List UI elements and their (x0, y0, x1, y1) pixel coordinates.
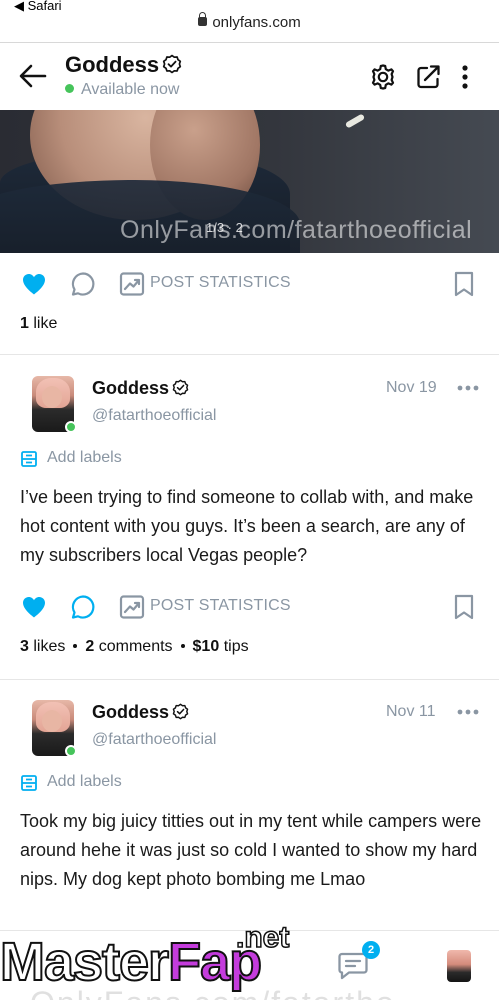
post-engagement-stats: 3 likes 2 comments $10 tips (20, 638, 249, 656)
statistics-icon[interactable] (118, 270, 146, 298)
post-text: Took my big juicy titties out in my tent… (20, 811, 482, 889)
post-handle[interactable]: @fatarthoeofficial (92, 407, 216, 425)
media-counter: 1/3 · 2 (206, 220, 243, 235)
url-text: onlyfans.com (212, 14, 301, 31)
verified-icon (172, 703, 189, 720)
media-light (344, 113, 366, 129)
logo-net-text: .net (235, 920, 290, 955)
more-vertical-icon[interactable] (459, 63, 471, 91)
tips-amount: $10 (192, 638, 220, 655)
post-date[interactable]: Nov 19 (386, 379, 437, 397)
separator-dot (180, 644, 185, 648)
logo-master-text: Master (0, 932, 170, 992)
likes-word: like (33, 315, 58, 332)
post-media-image[interactable]: OnlyFans.com/fatarthoeofficial 1/3 · 2 (0, 110, 499, 253)
online-dot-icon (65, 421, 77, 433)
bookmark-icon[interactable] (452, 593, 476, 621)
share-icon[interactable] (415, 63, 443, 91)
add-labels-text: Add labels (47, 773, 122, 790)
comments-number: 2 (85, 638, 95, 655)
likes-number: 1 (20, 315, 29, 332)
post-author-text: Goddess (92, 702, 170, 722)
verified-icon (162, 54, 182, 74)
post-statistics-button[interactable]: POST STATISTICS (150, 597, 291, 615)
more-horizontal-icon[interactable] (457, 709, 479, 715)
post-author[interactable]: Goddess (92, 378, 189, 399)
post-statistics-button[interactable]: POST STATISTICS (150, 274, 291, 292)
heart-icon[interactable] (20, 270, 48, 298)
post-divider (0, 679, 499, 680)
comment-icon[interactable] (69, 270, 97, 298)
back-to-app-link[interactable]: ◀ Safari (14, 0, 62, 14)
likes-count: 1 like (20, 315, 57, 333)
statistics-icon[interactable] (118, 593, 146, 621)
label-icon (21, 775, 37, 791)
post-handle[interactable]: @fatarthoeofficial (92, 731, 216, 749)
messages-badge: 2 (362, 941, 380, 959)
post-date[interactable]: Nov 11 (386, 703, 436, 721)
heart-icon[interactable] (20, 593, 48, 621)
bookmark-icon[interactable] (452, 270, 476, 298)
profile-avatar-nav[interactable] (447, 950, 471, 982)
add-labels-button[interactable]: Add labels (20, 772, 220, 794)
post-text: I’ve been trying to find someone to coll… (20, 487, 474, 565)
comment-icon[interactable] (69, 593, 97, 621)
post-header: Goddess @fatarthoeofficial Nov 19 (0, 376, 499, 446)
separator-dot (73, 644, 78, 648)
online-dot-icon (65, 84, 74, 93)
profile-name-text: Goddess (65, 52, 160, 77)
label-icon (21, 451, 37, 467)
post-header: Goddess @fatarthoeofficial Nov 11 (0, 700, 499, 770)
back-arrow-icon[interactable] (18, 63, 48, 89)
masterfap-watermark-logo: MasterFap (0, 932, 263, 992)
online-dot-icon (65, 745, 77, 757)
post-actions: POST STATISTICS (0, 270, 499, 304)
availability-text: Available now (81, 81, 180, 98)
media-watermark: OnlyFans.com/fatarthoeofficial (120, 216, 473, 244)
likes-word[interactable]: likes (33, 638, 65, 655)
lock-icon (198, 12, 208, 26)
profile-header: Goddess Available now (0, 43, 499, 110)
likes-number: 3 (20, 638, 29, 655)
more-horizontal-icon[interactable] (457, 385, 479, 391)
verified-icon (172, 379, 189, 396)
availability-status: Available now (65, 81, 179, 99)
post-author-text: Goddess (92, 378, 170, 398)
tips-word[interactable]: tips (224, 638, 249, 655)
status-bar: ◀ Safari (0, 0, 499, 14)
profile-name[interactable]: Goddess (65, 52, 182, 78)
post-divider (0, 354, 499, 355)
add-labels-button[interactable]: Add labels (20, 448, 220, 470)
post-author[interactable]: Goddess (92, 702, 189, 723)
gear-icon[interactable] (369, 63, 397, 91)
url-bar[interactable]: onlyfans.com (0, 12, 499, 40)
comments-word[interactable]: comments (99, 638, 173, 655)
add-labels-text: Add labels (47, 449, 122, 466)
post-actions: POST STATISTICS (0, 593, 499, 627)
